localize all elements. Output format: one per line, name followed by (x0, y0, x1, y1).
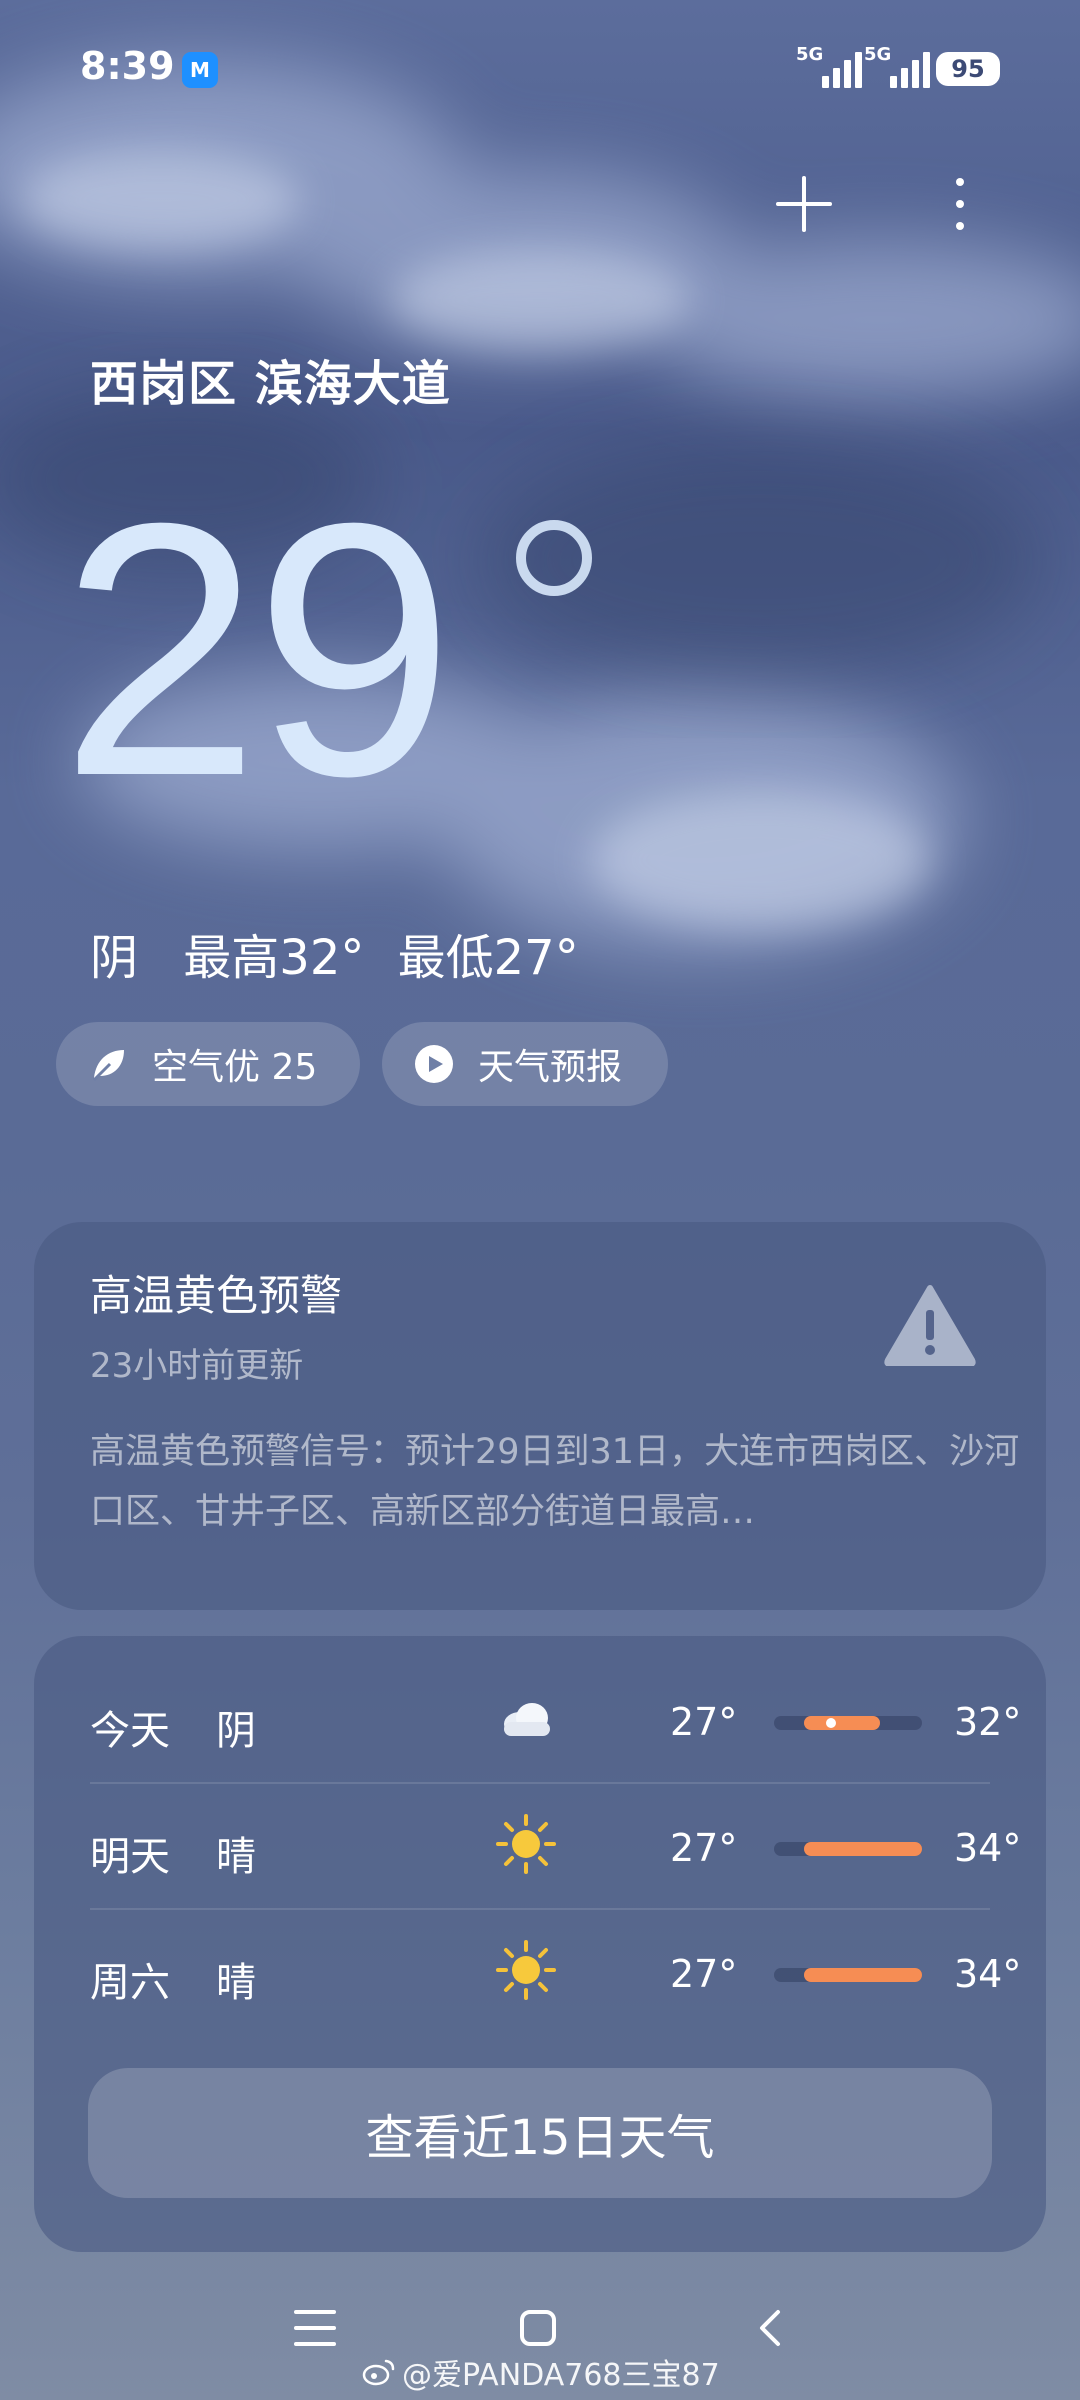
weibo-icon (362, 2359, 395, 2386)
degree-symbol (516, 520, 592, 596)
forecast-high: 34° (954, 1826, 1022, 1870)
forecast-video-label: 天气预报 (478, 1047, 623, 1088)
forecast-high: 32° (954, 1700, 1022, 1744)
weather-alert-card[interactable]: 高温黄色预警 23小时前更新 高温黄色预警信号：预计29日到31日，大连市西岗区… (34, 1222, 1046, 1610)
air-quality-label: 空气优 25 (152, 1047, 318, 1088)
status-bar: 8:39 M 5G 5G 95 (0, 0, 1080, 140)
alert-title: 高温黄色预警 (90, 1271, 343, 1320)
add-city-button[interactable] (768, 168, 840, 240)
location-title[interactable]: 西岗区 滨海大道 (90, 344, 451, 414)
home-button[interactable] (520, 2310, 556, 2346)
current-condition: 阴 (90, 930, 139, 986)
watermark: @爱PANDA768三宝87 (362, 2350, 720, 2394)
watermark-text: @爱PANDA768三宝87 (402, 2358, 720, 2393)
forecast-row[interactable]: 今天 阴 27° 32° (90, 1656, 1021, 1784)
forecast-row[interactable]: 明天 晴 27° 34° (90, 1782, 1021, 1910)
alert-description: 高温黄色预警信号：预计29日到31日，大连市西岗区、沙河口区、甘井子区、高新区部… (90, 1432, 1020, 1532)
forecast-day: 明天 (90, 1834, 170, 1880)
forecast-day: 今天 (90, 1708, 170, 1754)
recent-apps-button[interactable] (294, 2310, 336, 2346)
alert-updated-time: 23小时前更新 (90, 1346, 304, 1386)
current-summary: 阴 最高32° 最低27° (90, 918, 609, 988)
forecast-high: 34° (954, 1952, 1022, 1996)
view-15-day-forecast-button[interactable]: 查看近15日天气 (88, 2068, 992, 2198)
status-time: 8:39 (80, 44, 175, 88)
forecast-weather: 晴 (216, 1834, 256, 1880)
today-high: 最高32° (183, 930, 365, 986)
forecast-day: 周六 (90, 1960, 170, 2006)
forecast-low: 27° (670, 1952, 738, 1996)
forecast-video-chip[interactable]: 天气预报 (382, 1022, 668, 1106)
warning-triangle-icon (884, 1285, 976, 1366)
leaf-icon (88, 1044, 128, 1084)
sun-icon (496, 1940, 556, 2000)
current-temperature: 29 (60, 449, 454, 851)
air-quality-chip[interactable]: 空气优 25 (56, 1022, 360, 1106)
battery-indicator: 95 (936, 52, 1000, 86)
forecast-weather: 晴 (216, 1960, 256, 2006)
app-notification-icon: M (182, 52, 218, 88)
daily-forecast-card: 今天 阴 27° 32° 明天 晴 27° 34° 周六 晴 27° 34° 查… (34, 1636, 1046, 2252)
today-low: 最低27° (397, 930, 579, 986)
forecast-low: 27° (670, 1826, 738, 1870)
temperature-range-bar (774, 1842, 922, 1856)
more-options-button[interactable] (930, 168, 990, 240)
temperature-range-bar (774, 1716, 922, 1730)
play-icon (414, 1044, 454, 1084)
temperature-range-bar (774, 1968, 922, 1982)
forecast-low: 27° (670, 1700, 738, 1744)
forecast-weather: 阴 (216, 1708, 256, 1754)
cloud-icon (504, 1703, 550, 1736)
forecast-row[interactable]: 周六 晴 27° 34° (90, 1908, 1021, 2034)
sun-icon (496, 1814, 556, 1874)
back-button[interactable] (754, 2308, 784, 2348)
